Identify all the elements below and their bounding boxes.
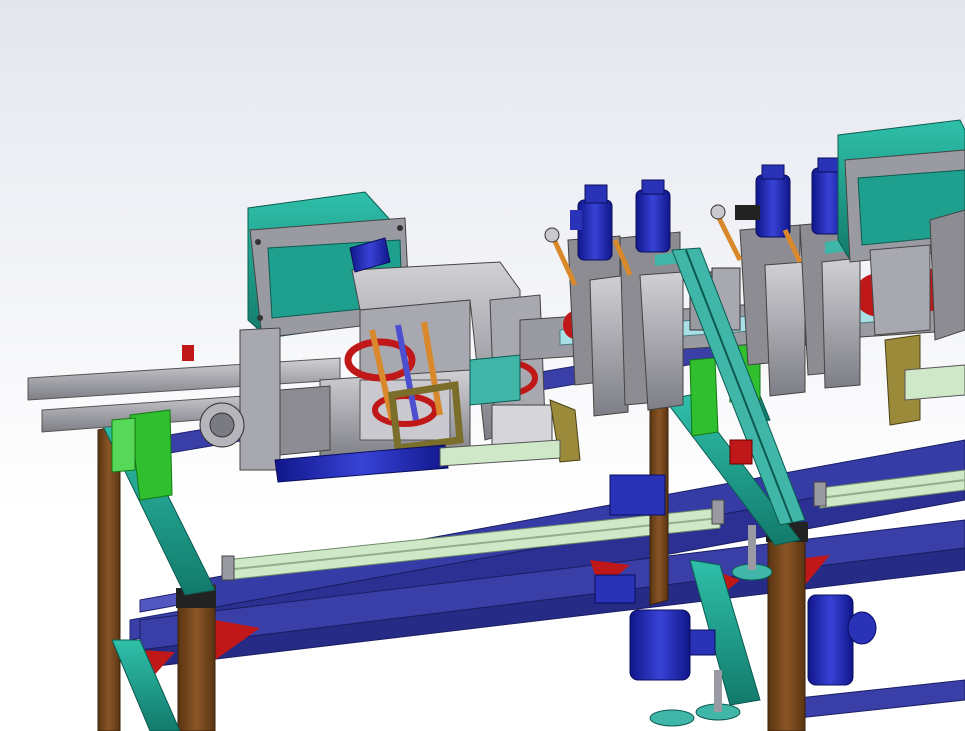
right-end-assembly xyxy=(884,334,965,426)
cad-viewport[interactable] xyxy=(0,0,965,731)
blue-motor-3 xyxy=(755,164,791,238)
assembly-model xyxy=(27,119,965,731)
blue-motor-lower-1 xyxy=(629,609,716,681)
blue-motor-2 xyxy=(635,179,671,253)
blue-motor-lower-2 xyxy=(807,594,877,686)
